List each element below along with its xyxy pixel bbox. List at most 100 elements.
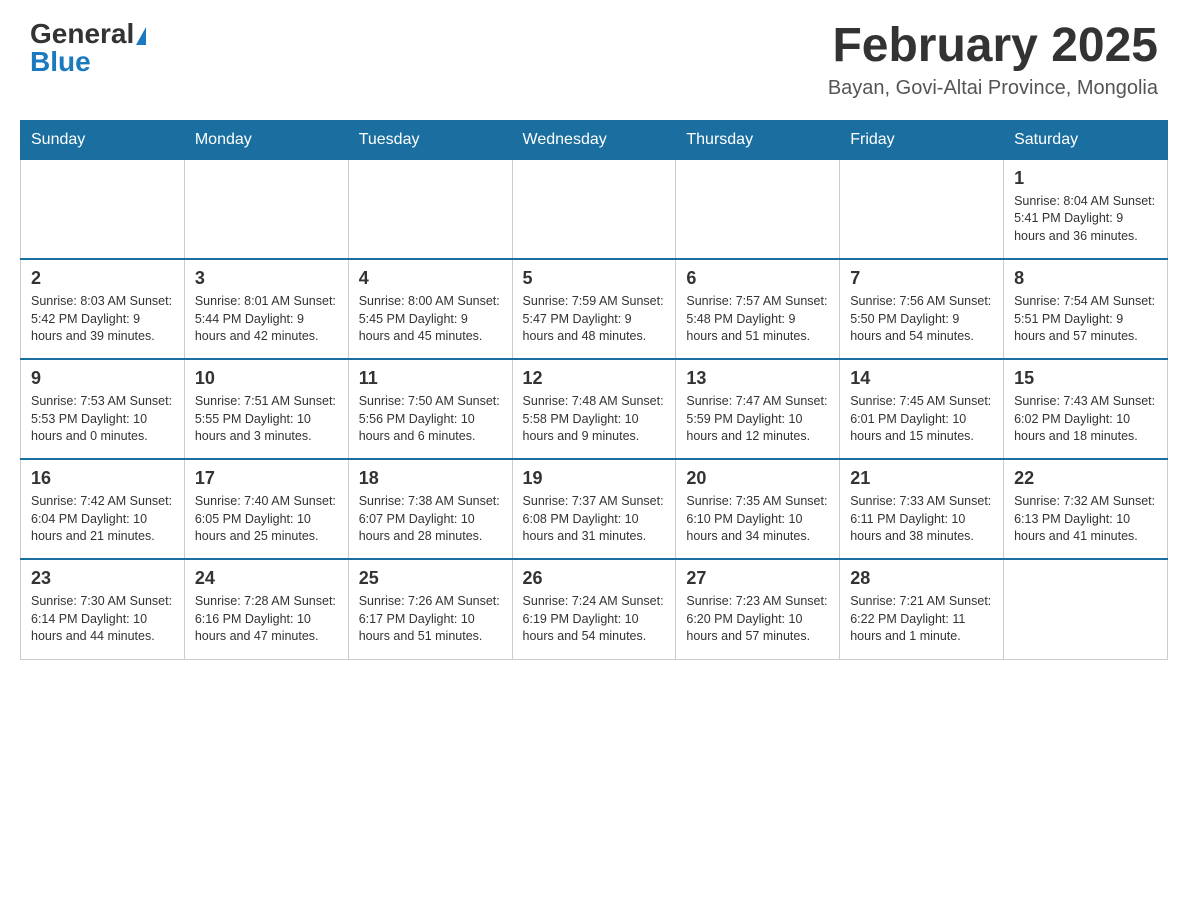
table-row: 11 Sunrise: 7:50 AM Sunset: 5:56 PM Dayli… — [348, 359, 512, 459]
logo-blue: Blue — [30, 48, 91, 76]
day-info: Sunrise: 7:43 AM Sunset: 6:02 PM Dayligh… — [1014, 393, 1157, 446]
day-number: 13 — [686, 368, 829, 389]
day-info: Sunrise: 7:48 AM Sunset: 5:58 PM Dayligh… — [523, 393, 666, 446]
table-row: 24 Sunrise: 7:28 AM Sunset: 6:16 PM Dayli… — [184, 559, 348, 659]
day-info: Sunrise: 7:24 AM Sunset: 6:19 PM Dayligh… — [523, 593, 666, 646]
page-header: General Blue February 2025 Bayan, Govi-A… — [0, 0, 1188, 110]
header-saturday: Saturday — [1004, 120, 1168, 159]
table-row: 21 Sunrise: 7:33 AM Sunset: 6:11 PM Dayli… — [840, 459, 1004, 559]
day-number: 8 — [1014, 268, 1157, 289]
title-section: February 2025 Bayan, Govi-Altai Province… — [828, 20, 1158, 100]
day-number: 9 — [31, 368, 174, 389]
table-row: 4 Sunrise: 8:00 AM Sunset: 5:45 PM Daylig… — [348, 259, 512, 359]
day-info: Sunrise: 7:50 AM Sunset: 5:56 PM Dayligh… — [359, 393, 502, 446]
day-info: Sunrise: 7:42 AM Sunset: 6:04 PM Dayligh… — [31, 493, 174, 546]
day-number: 22 — [1014, 468, 1157, 489]
day-info: Sunrise: 8:01 AM Sunset: 5:44 PM Dayligh… — [195, 293, 338, 346]
table-row — [676, 159, 840, 259]
calendar-week-row: 16Sunrise: 7:42 AM Sunset: 6:04 PM Dayli… — [21, 459, 1168, 559]
day-number: 1 — [1014, 168, 1157, 189]
table-row: 6 Sunrise: 7:57 AM Sunset: 5:48 PM Daylig… — [676, 259, 840, 359]
day-number: 24 — [195, 568, 338, 589]
table-row: 18 Sunrise: 7:38 AM Sunset: 6:07 PM Dayli… — [348, 459, 512, 559]
day-info: Sunrise: 7:38 AM Sunset: 6:07 PM Dayligh… — [359, 493, 502, 546]
header-monday: Monday — [184, 120, 348, 159]
day-number: 27 — [686, 568, 829, 589]
location: Bayan, Govi-Altai Province, Mongolia — [828, 77, 1158, 100]
day-info: Sunrise: 7:54 AM Sunset: 5:51 PM Dayligh… — [1014, 293, 1157, 346]
table-row: 15 Sunrise: 7:43 AM Sunset: 6:02 PM Dayli… — [1004, 359, 1168, 459]
day-number: 15 — [1014, 368, 1157, 389]
logo-triangle-icon — [136, 27, 146, 45]
table-row: 9Sunrise: 7:53 AM Sunset: 5:53 PM Daylig… — [21, 359, 185, 459]
table-row: 5 Sunrise: 7:59 AM Sunset: 5:47 PM Daylig… — [512, 259, 676, 359]
day-number: 7 — [850, 268, 993, 289]
day-number: 17 — [195, 468, 338, 489]
day-info: Sunrise: 7:23 AM Sunset: 6:20 PM Dayligh… — [686, 593, 829, 646]
day-info: Sunrise: 7:56 AM Sunset: 5:50 PM Dayligh… — [850, 293, 993, 346]
calendar-week-row: 9Sunrise: 7:53 AM Sunset: 5:53 PM Daylig… — [21, 359, 1168, 459]
table-row: 17 Sunrise: 7:40 AM Sunset: 6:05 PM Dayli… — [184, 459, 348, 559]
table-row: 2 Sunrise: 8:03 AM Sunset: 5:42 PM Daylig… — [21, 259, 185, 359]
day-number: 4 — [359, 268, 502, 289]
day-info: Sunrise: 7:33 AM Sunset: 6:11 PM Dayligh… — [850, 493, 993, 546]
day-info: Sunrise: 8:04 AM Sunset: 5:41 PM Dayligh… — [1014, 193, 1157, 246]
day-number: 12 — [523, 368, 666, 389]
header-thursday: Thursday — [676, 120, 840, 159]
day-number: 20 — [686, 468, 829, 489]
day-number: 5 — [523, 268, 666, 289]
header-tuesday: Tuesday — [348, 120, 512, 159]
day-number: 11 — [359, 368, 502, 389]
day-number: 26 — [523, 568, 666, 589]
day-info: Sunrise: 7:28 AM Sunset: 6:16 PM Dayligh… — [195, 593, 338, 646]
day-number: 10 — [195, 368, 338, 389]
table-row: 16Sunrise: 7:42 AM Sunset: 6:04 PM Dayli… — [21, 459, 185, 559]
table-row: 12 Sunrise: 7:48 AM Sunset: 5:58 PM Dayli… — [512, 359, 676, 459]
day-info: Sunrise: 8:00 AM Sunset: 5:45 PM Dayligh… — [359, 293, 502, 346]
logo-text: General — [30, 20, 146, 48]
day-number: 3 — [195, 268, 338, 289]
table-row: 14Sunrise: 7:45 AM Sunset: 6:01 PM Dayli… — [840, 359, 1004, 459]
table-row: 26 Sunrise: 7:24 AM Sunset: 6:19 PM Dayli… — [512, 559, 676, 659]
table-row: 23Sunrise: 7:30 AM Sunset: 6:14 PM Dayli… — [21, 559, 185, 659]
weekday-header-row: Sunday Monday Tuesday Wednesday Thursday… — [21, 120, 1168, 159]
table-row — [512, 159, 676, 259]
day-number: 19 — [523, 468, 666, 489]
table-row: 7 Sunrise: 7:56 AM Sunset: 5:50 PM Daylig… — [840, 259, 1004, 359]
day-info: Sunrise: 7:40 AM Sunset: 6:05 PM Dayligh… — [195, 493, 338, 546]
calendar-week-row: 1 Sunrise: 8:04 AM Sunset: 5:41 PM Daylig… — [21, 159, 1168, 259]
table-row: 28 Sunrise: 7:21 AM Sunset: 6:22 PM Dayli… — [840, 559, 1004, 659]
day-info: Sunrise: 7:47 AM Sunset: 5:59 PM Dayligh… — [686, 393, 829, 446]
day-info: Sunrise: 7:35 AM Sunset: 6:10 PM Dayligh… — [686, 493, 829, 546]
day-info: Sunrise: 7:21 AM Sunset: 6:22 PM Dayligh… — [850, 593, 993, 646]
table-row: 22Sunrise: 7:32 AM Sunset: 6:13 PM Dayli… — [1004, 459, 1168, 559]
day-info: Sunrise: 7:59 AM Sunset: 5:47 PM Dayligh… — [523, 293, 666, 346]
day-info: Sunrise: 7:45 AM Sunset: 6:01 PM Dayligh… — [850, 393, 993, 446]
day-number: 18 — [359, 468, 502, 489]
table-row — [840, 159, 1004, 259]
table-row: 13 Sunrise: 7:47 AM Sunset: 5:59 PM Dayli… — [676, 359, 840, 459]
day-number: 2 — [31, 268, 174, 289]
day-info: Sunrise: 7:37 AM Sunset: 6:08 PM Dayligh… — [523, 493, 666, 546]
day-info: Sunrise: 7:30 AM Sunset: 6:14 PM Dayligh… — [31, 593, 174, 646]
header-sunday: Sunday — [21, 120, 185, 159]
table-row: 19 Sunrise: 7:37 AM Sunset: 6:08 PM Dayli… — [512, 459, 676, 559]
table-row — [21, 159, 185, 259]
day-number: 28 — [850, 568, 993, 589]
month-title: February 2025 — [828, 20, 1158, 73]
day-info: Sunrise: 7:26 AM Sunset: 6:17 PM Dayligh… — [359, 593, 502, 646]
calendar-table: Sunday Monday Tuesday Wednesday Thursday… — [20, 120, 1168, 660]
table-row: 10Sunrise: 7:51 AM Sunset: 5:55 PM Dayli… — [184, 359, 348, 459]
day-number: 21 — [850, 468, 993, 489]
table-row — [348, 159, 512, 259]
table-row: 20 Sunrise: 7:35 AM Sunset: 6:10 PM Dayli… — [676, 459, 840, 559]
day-info: Sunrise: 8:03 AM Sunset: 5:42 PM Dayligh… — [31, 293, 174, 346]
table-row: 3 Sunrise: 8:01 AM Sunset: 5:44 PM Daylig… — [184, 259, 348, 359]
day-info: Sunrise: 7:57 AM Sunset: 5:48 PM Dayligh… — [686, 293, 829, 346]
header-friday: Friday — [840, 120, 1004, 159]
table-row: 8 Sunrise: 7:54 AM Sunset: 5:51 PM Daylig… — [1004, 259, 1168, 359]
logo: General Blue — [30, 20, 146, 76]
table-row — [1004, 559, 1168, 659]
day-number: 6 — [686, 268, 829, 289]
table-row: 1 Sunrise: 8:04 AM Sunset: 5:41 PM Daylig… — [1004, 159, 1168, 259]
